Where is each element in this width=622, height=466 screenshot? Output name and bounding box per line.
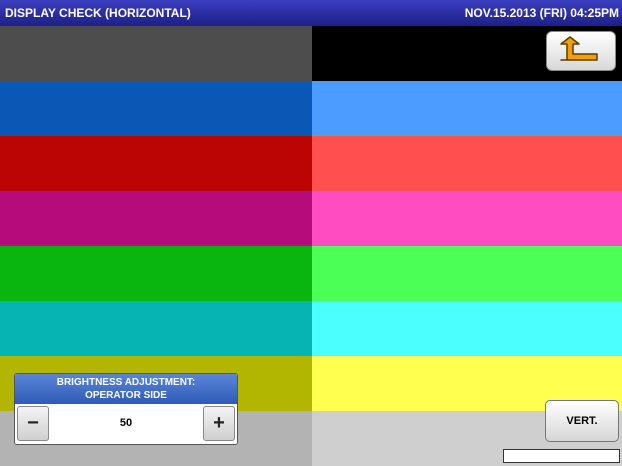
vertical-mode-button[interactable]: VERT. — [545, 400, 619, 442]
return-arrow-icon — [560, 36, 598, 61]
brightness-title: BRIGHTNESS ADJUSTMENT: OPERATOR SIDE — [15, 374, 237, 404]
color-swatch-left — [0, 136, 312, 191]
status-field — [503, 449, 620, 463]
brightness-increase-button[interactable]: + — [203, 406, 235, 441]
color-swatch-left — [0, 191, 312, 246]
date-time: NOV.15.2013 (FRI) 04:25PM — [464, 6, 619, 20]
page-title: DISPLAY CHECK (HORIZONTAL) — [5, 6, 191, 20]
brightness-value: 50 — [119, 417, 133, 429]
brightness-title-line2: OPERATOR SIDE — [85, 390, 167, 401]
color-swatch-left — [0, 26, 312, 81]
title-bar: DISPLAY CHECK (HORIZONTAL) NOV.15.2013 (… — [0, 0, 622, 26]
brightness-title-line1: BRIGHTNESS ADJUSTMENT: — [56, 377, 196, 388]
brightness-control: − 50 + — [15, 404, 237, 444]
color-swatch-right — [312, 301, 622, 356]
color-row — [0, 246, 622, 301]
color-swatch-left — [0, 81, 312, 136]
brightness-decrease-button[interactable]: − — [17, 406, 49, 441]
color-row — [0, 26, 622, 81]
brightness-adjustment-panel: BRIGHTNESS ADJUSTMENT: OPERATOR SIDE − 5… — [14, 373, 238, 445]
color-row — [0, 191, 622, 246]
back-button[interactable] — [546, 31, 616, 71]
color-swatch-left — [0, 246, 312, 301]
color-row — [0, 301, 622, 356]
color-swatch-right — [312, 136, 622, 191]
color-swatch-right — [312, 246, 622, 301]
color-swatch-right — [312, 81, 622, 136]
color-swatch-left — [0, 301, 312, 356]
color-row — [0, 81, 622, 136]
color-swatch-right — [312, 191, 622, 246]
color-row — [0, 136, 622, 191]
